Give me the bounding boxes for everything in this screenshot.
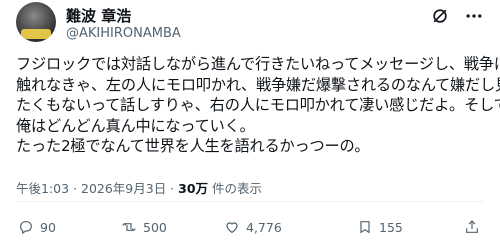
repost-button[interactable]: 500 <box>121 219 167 235</box>
avatar[interactable] <box>16 2 56 42</box>
more-icon[interactable] <box>464 6 484 26</box>
like-button[interactable]: 4,776 <box>224 219 282 235</box>
reply-button[interactable]: 90 <box>18 219 56 235</box>
grok-icon[interactable] <box>430 6 450 26</box>
header-actions <box>430 6 484 26</box>
tweet-text-line: 俺はどんどん真ん中になっていく。 <box>16 116 255 135</box>
avatar-badge <box>21 29 51 39</box>
share-icon <box>464 219 480 235</box>
heart-icon <box>224 219 240 235</box>
timestamp[interactable]: 午後1:03 · 2026年9月3日 · <box>16 181 178 196</box>
repost-icon <box>121 219 137 235</box>
like-count: 4,776 <box>246 219 282 235</box>
bookmark-button[interactable]: 155 <box>357 219 403 235</box>
tweet-text-line: 触れなきゃ、左の人にモロ叩かれ、戦争嫌だ爆撃されるのなんて嫌だし見 <box>16 75 500 94</box>
tweet-meta: 午後1:03 · 2026年9月3日 · 30万 件の表示 <box>16 178 262 197</box>
tweet-header: 難波 章浩 @AKIHIRONAMBA <box>16 0 484 50</box>
tweet-text-line: フジロックでは対話しながら進んで行きたいねってメッセージし、戦争に <box>16 55 500 73</box>
reply-icon <box>18 219 34 235</box>
reply-count: 90 <box>40 219 56 235</box>
bookmark-count: 155 <box>379 219 403 235</box>
author-name[interactable]: 難波 章浩 <box>66 5 131 26</box>
tweet-text-line: たくもないって話しすりゃ、右の人にモロ叩かれて凄い感じだよ。そして <box>16 96 500 115</box>
views-label: 件の表示 <box>208 181 263 196</box>
bookmark-icon <box>357 219 373 235</box>
share-button[interactable] <box>464 219 480 235</box>
tweet-text-line: たった2極でなんて世界を人生を語れるかっつーの。 <box>16 137 370 156</box>
action-bar: 90 500 4,776 155 <box>18 219 484 239</box>
tweet-text: フジロックでは対話しながら進んで行きたいねってメッセージし、戦争に 触れなきゃ、… <box>16 54 500 157</box>
author-handle[interactable]: @AKIHIRONAMBA <box>66 26 181 41</box>
repost-count: 500 <box>143 219 167 235</box>
divider <box>16 201 484 202</box>
views-count: 30万 <box>178 181 209 196</box>
